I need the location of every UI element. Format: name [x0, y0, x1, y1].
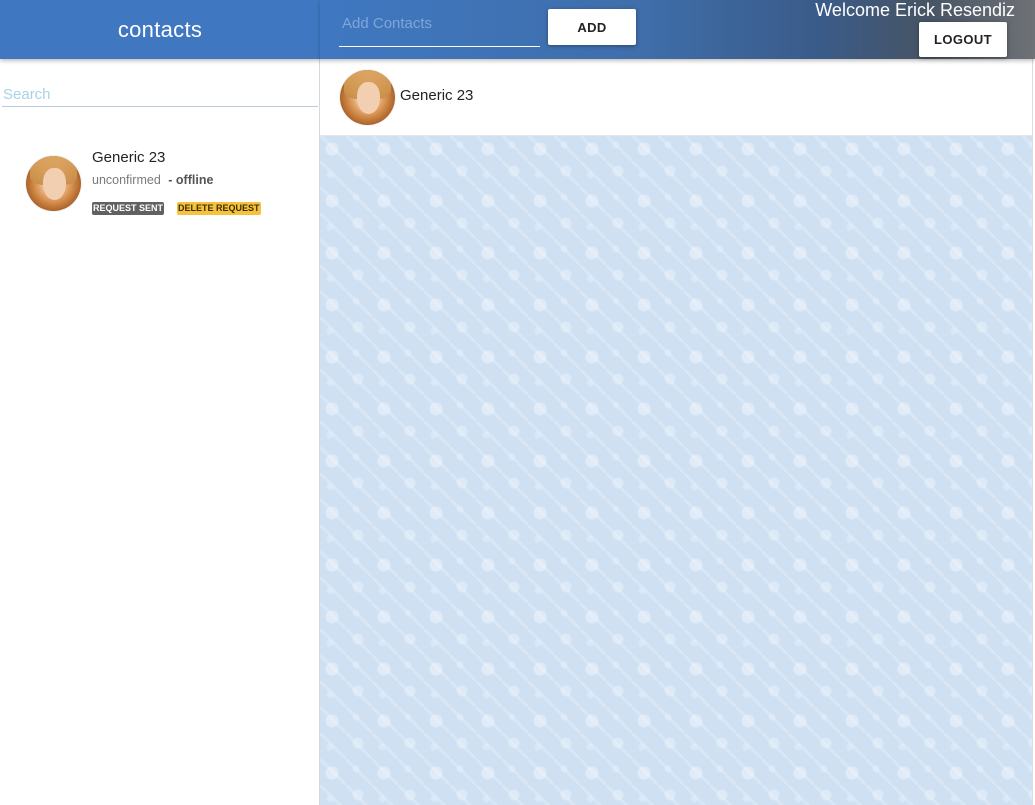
welcome-message: Welcome Erick Resendiz: [815, 0, 1015, 20]
messenger-app: contacts Generic 23 unconfirmed - offlin…: [0, 0, 1035, 805]
contacts-title: contacts: [117, 16, 203, 42]
contact-list-item[interactable]: Generic 23 unconfirmed - offline REQUEST…: [0, 141, 318, 221]
chat-message-area[interactable]: [320, 135, 1032, 805]
add-contact-button[interactable]: ADD: [548, 9, 636, 45]
add-contact-input[interactable]: [339, 8, 540, 38]
chat-contact-name: Generic 23: [400, 87, 474, 104]
contact-status: unconfirmed: [92, 173, 161, 187]
avatar-face: [42, 168, 66, 200]
search-field: [2, 83, 318, 107]
add-contact-field: [339, 8, 540, 47]
contact-status-line: unconfirmed - offline: [92, 173, 213, 187]
chat-contact-avatar: [340, 70, 395, 125]
avatar-face: [356, 82, 380, 114]
contact-presence: - offline: [168, 173, 214, 187]
contact-avatar: [26, 156, 81, 211]
delete-request-button[interactable]: DELETE REQUEST: [177, 202, 261, 215]
chat-header: Generic 23: [320, 59, 1032, 136]
contacts-header: contacts: [0, 0, 320, 59]
search-input[interactable]: [2, 83, 318, 106]
logout-button[interactable]: LOGOUT: [919, 22, 1007, 57]
contacts-panel: Generic 23 unconfirmed - offline REQUEST…: [0, 59, 320, 805]
top-bar: ADD Welcome Erick Resendiz LOGOUT: [320, 0, 1035, 59]
contact-name: Generic 23: [92, 149, 166, 166]
request-sent-badge: REQUEST SENT: [92, 202, 165, 215]
